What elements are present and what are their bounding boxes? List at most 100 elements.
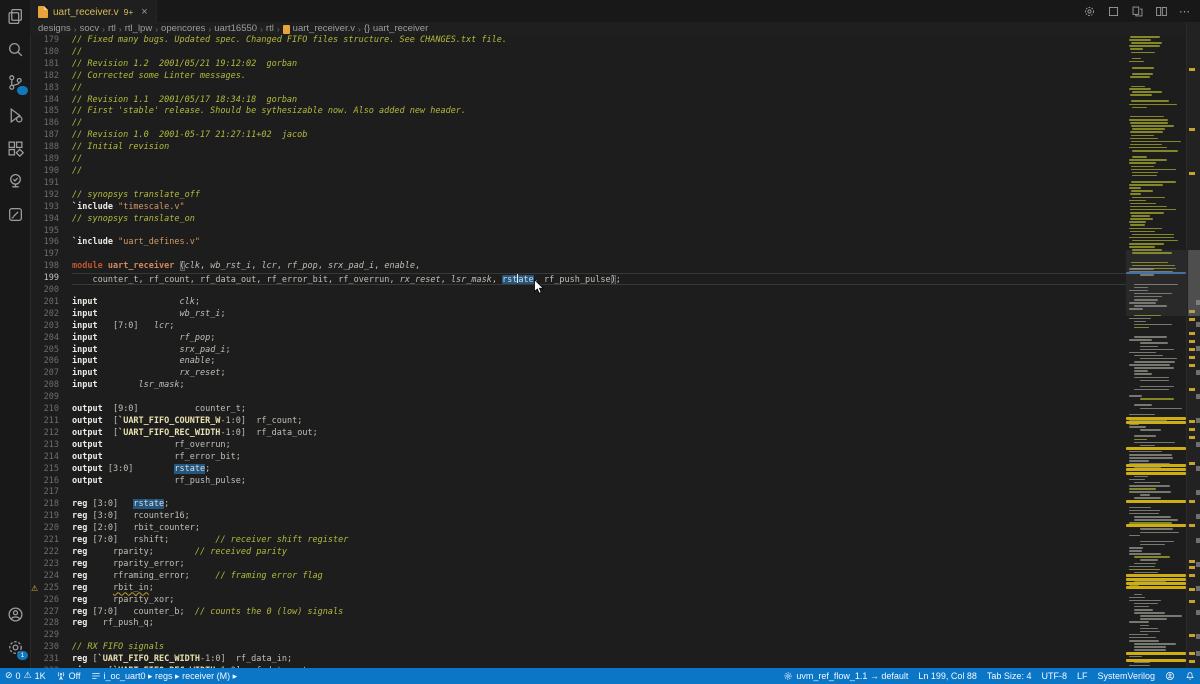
code-line-181[interactable]: 181// Revision 1.2 2001/05/21 19:12:02 g… (30, 59, 1126, 71)
code-line-208[interactable]: 208input lsr_mask; (30, 380, 1126, 392)
code-line-221[interactable]: 221reg [7:0] rshift; // receiver shift r… (30, 535, 1126, 547)
code-line-220[interactable]: 220reg [2:0] rbit_counter; (30, 523, 1126, 535)
status-feedback[interactable] (1160, 668, 1180, 684)
code-line-209[interactable]: 209 (30, 392, 1126, 404)
code-line-218[interactable]: 218reg [3:0] rstate; (30, 499, 1126, 511)
code-line-203[interactable]: 203input [7:0] lcr; (30, 321, 1126, 333)
code-line-215[interactable]: 215output [3:0] rstate; (30, 464, 1126, 476)
code-line-230[interactable]: 230// RX FIFO signals (30, 642, 1126, 654)
explorer-icon[interactable] (0, 0, 30, 33)
code-line-192[interactable]: 192// synopsys translate_off (30, 190, 1126, 202)
code-line-231[interactable]: 231reg [`UART_FIFO_REC_WIDTH-1:0] rf_dat… (30, 654, 1126, 666)
status-notifications[interactable] (1180, 668, 1200, 684)
breadcrumb-separator: › (260, 24, 263, 34)
code-line-200[interactable]: 200 (30, 285, 1126, 297)
breadcrumb-item-rtl[interactable]: rtl (108, 23, 116, 34)
code-line-205[interactable]: 205input srx_pad_i; (30, 345, 1126, 357)
gutter: 203 (30, 321, 72, 333)
code-text: reg [`UART_FIFO_REC_WIDTH-1:0] rf_data_i… (72, 654, 292, 666)
code-line-204[interactable]: 204input rf_pop; (30, 333, 1126, 345)
code-line-224[interactable]: 224reg rframing_error; // framing error … (30, 571, 1126, 583)
breadcrumb-item-file[interactable]: uart_receiver.v (293, 23, 355, 34)
code-line-227[interactable]: 227reg [7:0] counter_b; // counts the 0 … (30, 607, 1126, 619)
status-language-mode[interactable]: SystemVerilog (1092, 668, 1160, 684)
status-problems[interactable]: ⊘0⚠1K (0, 668, 51, 684)
code-line-211[interactable]: 211output [`UART_FIFO_COUNTER_W-1:0] rf_… (30, 416, 1126, 428)
code-line-179[interactable]: 179// Fixed many bugs. Updated spec. Cha… (30, 35, 1126, 47)
source-control-icon[interactable] (0, 66, 30, 99)
code-line-186[interactable]: 186// (30, 118, 1126, 130)
code-line-197[interactable]: 197 (30, 249, 1126, 261)
code-line-187[interactable]: 187// Revision 1.0 2001-05-17 21:27:11+0… (30, 130, 1126, 142)
code-line-185[interactable]: 185// First 'stable' release. Should be … (30, 106, 1126, 118)
settings-gear-icon[interactable] (1082, 4, 1096, 18)
code-line-199[interactable]: 199 counter_t, rf_count, rf_data_out, rf… (30, 273, 1126, 285)
split-editor-icon[interactable] (1154, 4, 1168, 18)
code-line-216[interactable]: 216output rf_push_pulse; (30, 476, 1126, 488)
code-line-206[interactable]: 206input enable; (30, 356, 1126, 368)
scrollbar-thumb[interactable] (1188, 250, 1200, 316)
code-line-219[interactable]: 219reg [3:0] rcounter16; (30, 511, 1126, 523)
code-line-189[interactable]: 189// (30, 154, 1126, 166)
code-line-207[interactable]: 207input rx_reset; (30, 368, 1126, 380)
breadcrumb-item-socv[interactable]: socv (80, 23, 100, 34)
code-line-193[interactable]: 193`include "timescale.v" (30, 202, 1126, 214)
close-icon[interactable]: × (141, 7, 147, 17)
code-line-180[interactable]: 180// (30, 47, 1126, 59)
code-editor[interactable]: 179// Fixed many bugs. Updated spec. Cha… (30, 35, 1126, 668)
code-line-196[interactable]: 196`include "uart_defines.v" (30, 237, 1126, 249)
accounts-icon[interactable] (0, 598, 30, 631)
open-changes-icon[interactable] (1130, 4, 1144, 18)
code-line-223[interactable]: 223reg rparity_error; (30, 559, 1126, 571)
breadcrumb-item-designs[interactable]: designs (38, 23, 71, 34)
run-debug-icon[interactable] (0, 99, 30, 132)
code-line-202[interactable]: 202input wb_rst_i; (30, 309, 1126, 321)
code-line-228[interactable]: 228reg rf_push_q; (30, 618, 1126, 630)
layout-icon[interactable] (1106, 4, 1120, 18)
status-cursor-position[interactable]: Ln 199, Col 88 (913, 668, 982, 684)
scrollbar-overview-ruler[interactable] (1186, 22, 1200, 668)
code-line-182[interactable]: 182// Corrected some Linter messages. (30, 71, 1126, 83)
minimap[interactable] (1126, 35, 1186, 668)
extensions-icon[interactable] (0, 132, 30, 165)
code-line-213[interactable]: 213output rf_overrun; (30, 440, 1126, 452)
tab-uart-receiver[interactable]: uart_receiver.v 9+ × (30, 0, 157, 23)
gutter: 186 (30, 118, 72, 130)
code-line-226[interactable]: 226reg rparity_xor; (30, 595, 1126, 607)
code-line-190[interactable]: 190// (30, 166, 1126, 178)
status-tab-size[interactable]: Tab Size: 4 (982, 668, 1037, 684)
code-line-188[interactable]: 188// Initial revision (30, 142, 1126, 154)
code-line-198[interactable]: 198module uart_receiver (clk, wb_rst_i, … (30, 261, 1126, 273)
breadcrumb-item-opencores[interactable]: opencores (161, 23, 205, 34)
tab-bar: uart_receiver.v 9+ × (30, 0, 1200, 22)
code-line-210[interactable]: 210output [9:0] counter_t; (30, 404, 1126, 416)
code-line-194[interactable]: 194// synopsys translate_on (30, 214, 1126, 226)
status-flow-config[interactable]: uvm_ref_flow_1.1 → default (778, 668, 913, 684)
gutter: 182 (30, 71, 72, 83)
code-line-191[interactable]: 191 (30, 178, 1126, 190)
more-actions-icon[interactable]: ⋯ (1178, 4, 1192, 18)
code-line-184[interactable]: 184// Revision 1.1 2001/05/17 18:34:18 g… (30, 95, 1126, 107)
breadcrumb-item-symbol[interactable]: {} uart_receiver (364, 23, 428, 34)
testing-icon[interactable] (0, 165, 30, 198)
breadcrumb-item-uart16550[interactable]: uart16550 (214, 23, 257, 34)
status-hierarchy[interactable]: i_oc_uart0 ▸ regs ▸ receiver (M) ▸ (86, 668, 243, 684)
code-line-201[interactable]: 201input clk; (30, 297, 1126, 309)
code-line-225[interactable]: ⚠225reg rbit_in; (30, 583, 1126, 595)
code-line-222[interactable]: 222reg rparity; // received parity (30, 547, 1126, 559)
code-line-214[interactable]: 214output rf_error_bit; (30, 452, 1126, 464)
search-icon[interactable] (0, 33, 30, 66)
code-line-229[interactable]: 229 (30, 630, 1126, 642)
code-line-183[interactable]: 183// (30, 83, 1126, 95)
status-eol[interactable]: LF (1072, 668, 1093, 684)
settings-icon[interactable]: 1 (0, 631, 30, 664)
code-line-217[interactable]: 217 (30, 487, 1126, 499)
notebook-icon[interactable] (0, 198, 30, 231)
status-encoding[interactable]: UTF-8 (1036, 668, 1072, 684)
code-line-195[interactable]: 195 (30, 226, 1126, 238)
breadcrumb-item-rtl[interactable]: rtl (266, 23, 274, 34)
status-live-server[interactable]: Off (51, 668, 86, 684)
breadcrumb-item-rtl_lpw[interactable]: rtl_lpw (125, 23, 152, 34)
minimap-slider[interactable] (1126, 250, 1186, 316)
code-line-212[interactable]: 212output [`UART_FIFO_REC_WIDTH-1:0] rf_… (30, 428, 1126, 440)
